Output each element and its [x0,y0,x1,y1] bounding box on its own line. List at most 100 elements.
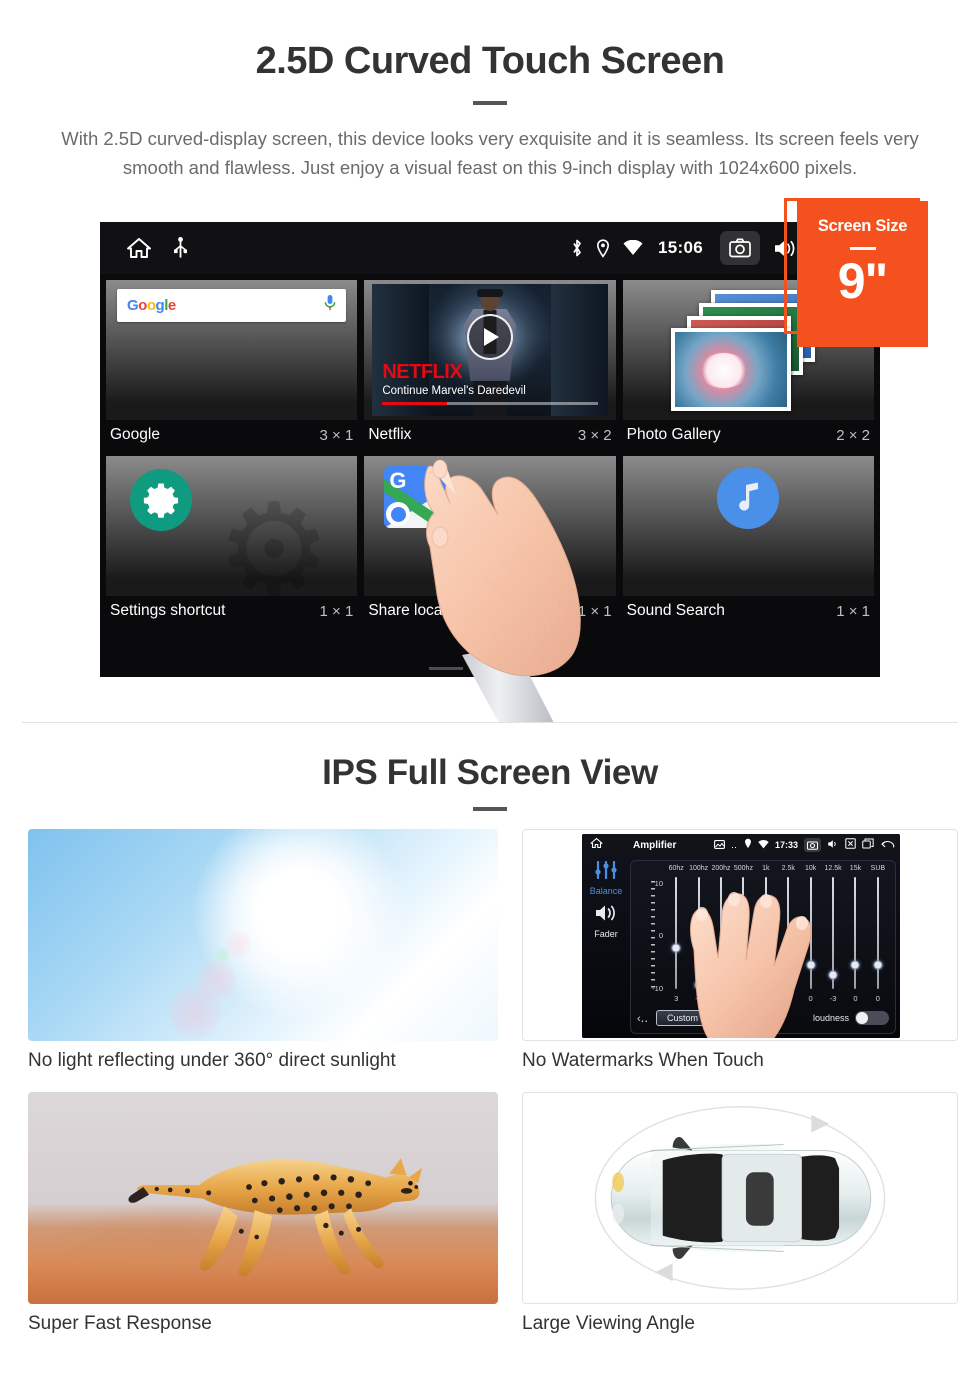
widget-size: 1 × 1 [319,602,354,620]
loudness-toggle[interactable] [855,1011,889,1025]
play-icon[interactable] [466,313,513,360]
eq-band-label: SUB [870,865,886,872]
netflix-progress-bar [382,402,598,405]
card-caption: No light reflecting under 360° direct su… [28,1050,396,1071]
eq-band-label: 100hz [689,865,709,872]
widget-settings-shortcut[interactable]: ⚙ Settings shortcut 1 × 1 [106,456,358,628]
widget-name: Google [110,426,160,443]
card-caption: Large Viewing Angle [522,1313,695,1334]
bluetooth-icon [571,238,583,258]
widget-name: Settings shortcut [110,602,226,619]
back-arrow-icon[interactable] [880,836,895,854]
card-caption: No Watermarks When Touch [522,1050,764,1071]
widget-label-row: Photo Gallery 2 × 2 [623,420,874,452]
page-dot[interactable] [429,667,463,670]
eq-value: 0 [853,994,858,1003]
widget-grid: Google Google 3 × 1 NETFLIX Continue Mar… [100,274,880,628]
section-description: With 2.5D curved-display screen, this de… [61,127,919,178]
speaker-icon[interactable] [582,896,630,928]
camera-icon[interactable] [804,838,821,852]
google-maps-icon: G [384,466,447,528]
wifi-icon [758,836,769,854]
widget-netflix[interactable]: NETFLIX Continue Marvel's Daredevil Netf… [364,280,616,452]
widget-label-row: Share location 1 × 1 [364,596,615,628]
eq-slider-12-5k[interactable]: -3 [822,877,844,1003]
amplifier-title: Amplifier [633,839,677,851]
eq-band-label: 1k [762,865,770,872]
mic-icon[interactable] [324,294,336,317]
widget-thumb [622,456,874,596]
widget-size: 1 × 1 [836,602,870,620]
widget-label-row: Sound Search 1 × 1 [623,596,874,628]
location-icon [744,836,752,854]
running-cheetah [128,1157,423,1276]
volume-icon[interactable] [827,836,839,854]
widget-label-row: Netflix 3 × 2 [364,420,615,452]
music-note-icon [717,467,780,529]
home-icon[interactable] [590,836,603,854]
widget-thumb: ⚙ [106,456,358,596]
amplifier-tab-fader[interactable]: Fader [582,929,630,939]
feature-card-viewing-angle: Large Viewing Angle [522,1092,958,1335]
badge-value: 9" [837,253,889,309]
eq-scale: 10 0 -10 [637,879,663,999]
widget-name: Sound Search [626,602,725,619]
gear-icon [130,469,192,531]
wifi-icon [623,240,643,256]
camera-icon[interactable] [720,231,760,265]
eq-value: 0 [875,994,880,1003]
widget-size: 3 × 2 [577,426,612,444]
gear-watermark-icon: ⚙ [216,478,332,596]
car-illustration [594,1106,886,1290]
touching-hand-illustration [690,892,812,1038]
eq-tick-marks [651,881,655,993]
feature-card-grid: No light reflecting under 360° direct su… [0,811,980,1335]
android-status-bar: 15:06 [100,222,880,274]
google-search-bar[interactable]: Google [117,289,347,322]
page-indicator-dots[interactable] [100,667,880,670]
sliders-icon[interactable] [582,856,630,884]
feature-card-amplifier: Amplifier ‥ 17:33 Balance Fader 60hz 100… [522,829,958,1072]
sunlight-photo [28,829,498,1041]
feature-card-sunlight: No light reflecting under 360° direct su… [28,829,498,1072]
eq-band-label: 500hz [733,865,753,872]
widget-thumb: NETFLIX Continue Marvel's Daredevil [364,280,616,420]
badge-divider [849,247,876,250]
eq-scale-max: 10 [654,879,663,888]
widget-sound-search[interactable]: Sound Search 1 × 1 [622,456,874,628]
eq-slider-sub[interactable]: 0 [867,877,889,1003]
page-dot[interactable] [473,667,507,670]
back-arrow-icon[interactable]: ‹․․ [637,1012,648,1025]
netflix-brand: NETFLIX [382,361,463,383]
netflix-subtitle: Continue Marvel's Daredevil [382,385,526,397]
location-icon [596,238,610,258]
widget-thumb: Google [106,280,358,420]
home-icon[interactable] [126,236,152,260]
widget-name: Photo Gallery [626,426,721,443]
recent-apps-icon[interactable] [862,836,874,854]
cheetah-photo [28,1092,498,1304]
widget-label-row: Google 3 × 1 [106,420,357,452]
eq-slider-15k[interactable]: 0 [844,877,866,1003]
eq-band-label: 10k [804,865,817,872]
more-icon[interactable]: ‥ [731,840,738,851]
widget-share-location[interactable]: G Share location 1 × 1 [364,456,616,628]
usb-icon[interactable] [174,237,187,259]
eq-scale-mid: 0 [658,931,663,940]
screen-size-badge: Screen Size 9" [797,201,928,347]
ips-full-screen-view-section: IPS Full Screen View No light reflecting… [0,723,980,1335]
android-device-screenshot: 15:06 Google Google 3 × 1 NETFLIX Contin… [100,222,880,677]
eq-band-labels: 60hz 100hz 200hz 500hz 1k 2.5k 10k 12.5k… [631,861,895,872]
widget-name: Share location [368,602,468,619]
netflix-artwork: NETFLIX Continue Marvel's Daredevil [372,284,608,416]
widget-name: Netflix [368,426,412,443]
widget-google[interactable]: Google Google 3 × 1 [106,280,358,452]
amplifier-tab-balance[interactable]: Balance [582,886,630,896]
card-caption: Super Fast Response [28,1313,212,1334]
close-box-icon[interactable] [845,836,856,854]
page-dot-active[interactable] [517,667,551,670]
google-logo: Google [127,297,176,314]
badge-title: Screen Size [817,217,908,235]
page-title: 2.5D Curved Touch Screen [255,40,725,82]
gallery-icon[interactable] [714,836,725,854]
